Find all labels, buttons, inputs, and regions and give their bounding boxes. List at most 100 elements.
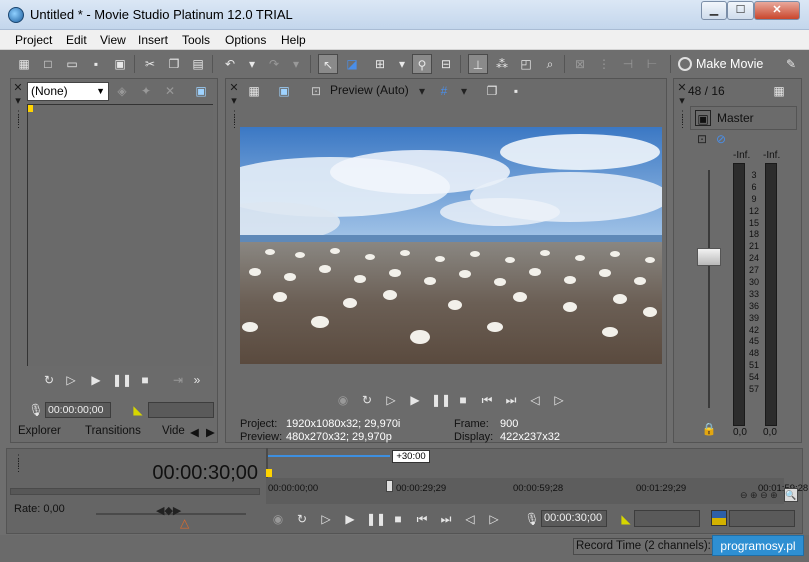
timeline-record-icon[interactable]: ◉ xyxy=(270,511,286,527)
go-to-start-icon[interactable]: ⏮ xyxy=(479,392,495,408)
envelope-tool-icon[interactable]: ◪ xyxy=(342,54,362,74)
trim-end-icon[interactable]: ⊢ xyxy=(642,54,662,74)
event-thumbnail-icon[interactable] xyxy=(711,510,727,526)
zoom-icon[interactable]: 🔍 xyxy=(784,488,798,502)
new-project-icon[interactable]: □ xyxy=(38,54,58,74)
ignore-grouping-icon[interactable]: ⁂ xyxy=(492,54,512,74)
master-properties-icon[interactable]: ▦ xyxy=(771,83,787,99)
preview-play-from-start-icon[interactable]: ▷ xyxy=(383,392,399,408)
save-icon[interactable]: ▪ xyxy=(86,54,106,74)
cut-icon[interactable]: ✂ xyxy=(140,54,160,74)
video-properties-icon[interactable]: ▦ xyxy=(246,83,262,99)
preview-menu-icon[interactable]: ▾ xyxy=(226,93,242,109)
close-button[interactable]: ✕ xyxy=(754,1,800,20)
app-icon[interactable] xyxy=(8,7,24,23)
end-time-field[interactable] xyxy=(729,510,795,527)
snap-icon[interactable]: ⊞ xyxy=(370,54,390,74)
explorer-file-area[interactable] xyxy=(27,104,213,366)
timeline-next-frame-icon[interactable]: ▷ xyxy=(486,511,502,527)
playhead-handle[interactable] xyxy=(386,480,393,492)
stop-icon[interactable]: ■ xyxy=(137,372,153,388)
region-icon[interactable]: ⋮ xyxy=(594,54,614,74)
redo-dropdown-icon[interactable]: ▾ xyxy=(286,54,306,74)
menu-insert[interactable]: Insert xyxy=(138,33,168,47)
auto-ripple-icon[interactable]: ⚲ xyxy=(412,54,432,74)
tab-video-fx[interactable]: Vide xyxy=(162,425,185,437)
properties-icon[interactable]: ▦ xyxy=(14,54,34,74)
add-to-timeline-icon[interactable]: ⇥ xyxy=(170,372,186,388)
overlays-icon[interactable]: # xyxy=(436,83,452,99)
paste-icon[interactable]: ▤ xyxy=(188,54,208,74)
menu-view[interactable]: View xyxy=(100,33,126,47)
menu-options[interactable]: Options xyxy=(225,33,266,47)
lock-icon[interactable]: 🔒 xyxy=(701,421,717,437)
cursor-timecode[interactable]: 00:00:30;00 xyxy=(140,462,258,485)
selection-length-field[interactable] xyxy=(634,510,700,527)
play-from-start-icon[interactable]: ▷ xyxy=(63,372,79,388)
overlays-chevron-icon[interactable]: ▾ xyxy=(456,83,472,99)
explorer-delete-icon[interactable]: ✕ xyxy=(162,83,178,99)
go-to-end-icon[interactable]: ⏭ xyxy=(503,392,519,408)
preview-quality-chevron-icon[interactable]: ▾ xyxy=(414,83,430,99)
external-monitor-icon[interactable]: ▣ xyxy=(276,83,292,99)
explorer-folder-combo[interactable]: (None) ▼ xyxy=(27,82,109,101)
maximize-button[interactable]: ☐ xyxy=(727,1,754,20)
track-header-scroll[interactable] xyxy=(10,488,260,495)
previous-frame-icon[interactable]: ◁ xyxy=(527,392,543,408)
explorer-timecode[interactable]: 00:00:00;00 xyxy=(45,402,111,418)
preview-pause-icon[interactable]: ❚❚ xyxy=(431,392,451,408)
brush-icon[interactable]: ✎ xyxy=(781,54,801,74)
explorer-favorites-icon[interactable]: ✦ xyxy=(138,83,154,99)
minimize-button[interactable]: ▁ xyxy=(701,1,727,20)
loop-icon[interactable]: ↻ xyxy=(41,372,57,388)
copy-icon[interactable]: ❐ xyxy=(164,54,184,74)
timeline-prev-frame-icon[interactable]: ◁ xyxy=(462,511,478,527)
explorer-refresh-icon[interactable]: ◈ xyxy=(114,83,130,99)
menu-edit[interactable]: Edit xyxy=(66,33,87,47)
play-icon[interactable]: ▶ xyxy=(88,372,104,388)
split-icon[interactable]: ⊥ xyxy=(468,54,488,74)
tab-scroll-right-icon[interactable]: ▶ xyxy=(206,425,215,439)
timeline-microphone-icon[interactable]: 🎙 xyxy=(524,511,540,527)
undo-icon[interactable]: ↶ xyxy=(220,54,240,74)
explorer-duration-field[interactable] xyxy=(148,402,214,418)
loop-region-bar[interactable] xyxy=(268,455,390,457)
timeline-pause-icon[interactable]: ❚❚ xyxy=(366,511,386,527)
split-screen-icon[interactable]: ⊡ xyxy=(308,83,324,99)
timeline-go-to-end-icon[interactable]: ⏭ xyxy=(438,511,454,527)
menu-help[interactable]: Help xyxy=(281,33,306,47)
preview-play-icon[interactable]: ▶ xyxy=(407,392,423,408)
transport-timecode[interactable]: 00:00:30;00 xyxy=(541,510,607,527)
timeline-loop-icon[interactable]: ↻ xyxy=(294,511,310,527)
microphone-icon[interactable]: 🎙 xyxy=(28,402,44,418)
tab-scroll-left-icon[interactable]: ◀ xyxy=(190,425,199,439)
snap-dropdown-icon[interactable]: ▾ xyxy=(392,54,412,74)
tab-explorer[interactable]: Explorer xyxy=(18,425,61,437)
zoom-tool-icon[interactable]: ⌕ xyxy=(540,54,560,74)
rate-slider-handle[interactable]: ◀◆▶ xyxy=(156,504,181,517)
preview-quality-dropdown[interactable]: Preview (Auto) xyxy=(330,83,409,97)
volume-fader-handle[interactable] xyxy=(697,248,721,266)
copy-snapshot-icon[interactable]: ❐ xyxy=(484,83,500,99)
preview-loop-icon[interactable]: ↻ xyxy=(359,392,375,408)
redo-icon[interactable]: ↷ xyxy=(264,54,284,74)
lock-envelopes-icon[interactable]: ⊟ xyxy=(436,54,456,74)
mute-icon[interactable]: ⊘ xyxy=(713,131,729,147)
pause-icon[interactable]: ❚❚ xyxy=(112,372,132,388)
preview-stop-icon[interactable]: ■ xyxy=(455,392,471,408)
panel-menu-icon[interactable]: ▾ xyxy=(10,93,26,109)
master-fx-icon[interactable]: ▣ xyxy=(695,110,711,126)
timeline-stop-icon[interactable]: ■ xyxy=(390,511,406,527)
menu-tools[interactable]: Tools xyxy=(182,33,210,47)
time-ruler[interactable]: 00:00:00;00 00:00:29;29 00:00:59;28 00:0… xyxy=(266,478,808,504)
explorer-preview-icon[interactable]: ▣ xyxy=(193,83,209,99)
undo-dropdown-icon[interactable]: ▾ xyxy=(242,54,262,74)
marker-icon[interactable]: ⊠ xyxy=(570,54,590,74)
tab-transitions[interactable]: Transitions xyxy=(85,425,141,437)
render-icon[interactable]: ▣ xyxy=(110,54,130,74)
record-icon[interactable]: ◉ xyxy=(335,392,351,408)
master-output-icon[interactable]: ⊡ xyxy=(694,131,710,147)
menu-project[interactable]: Project xyxy=(15,33,52,47)
more-controls-icon[interactable]: » xyxy=(189,372,205,388)
normal-edit-tool-icon[interactable]: ↖ xyxy=(318,54,338,74)
